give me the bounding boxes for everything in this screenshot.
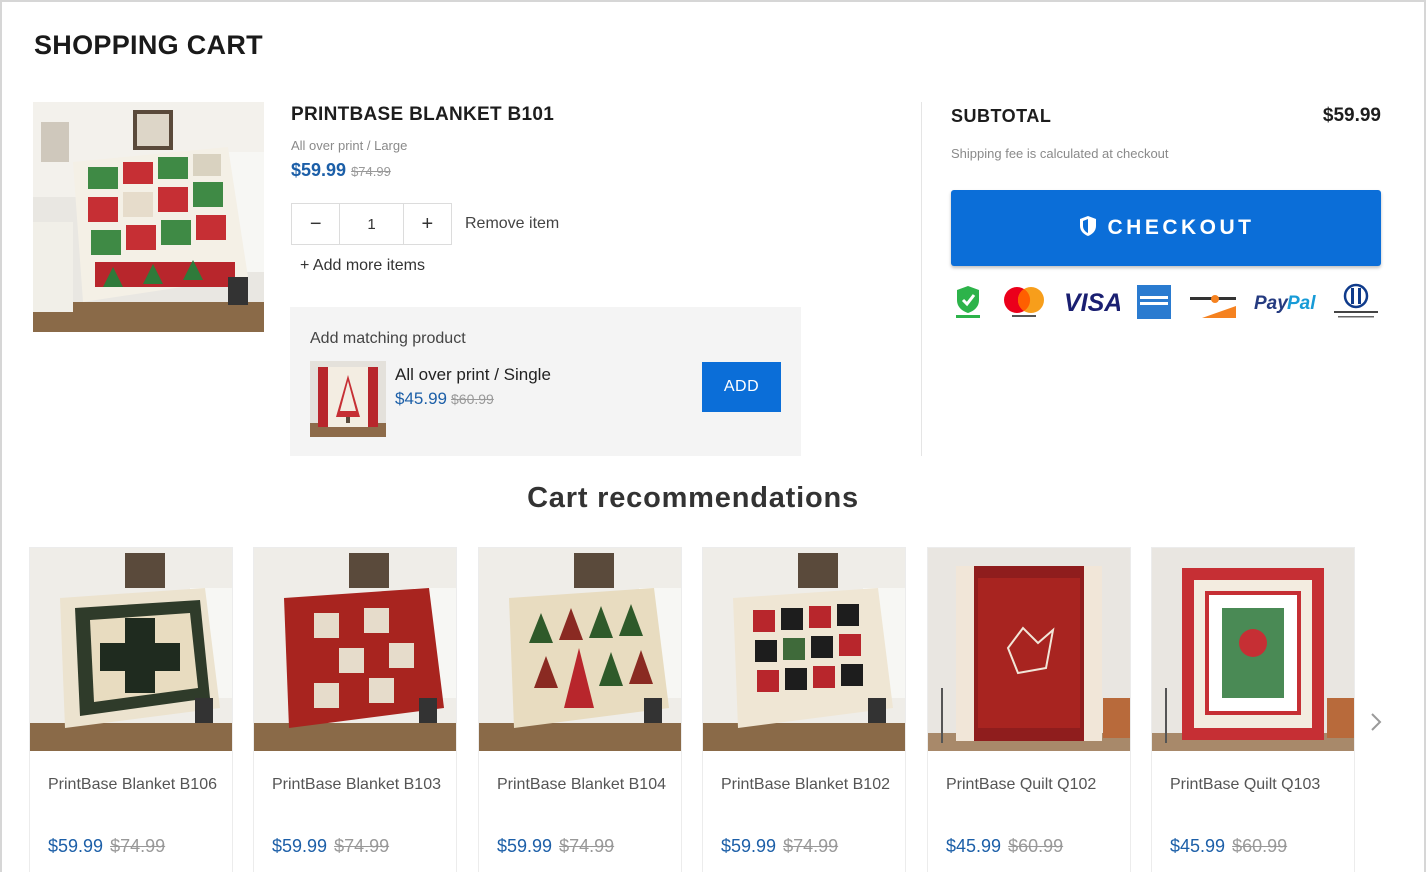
recommendation-price: $45.99 $60.99	[946, 836, 1063, 857]
recommendation-sale-price: $59.99	[721, 836, 777, 856]
recommendation-name[interactable]: PrintBase Blanket B106	[48, 772, 218, 798]
cart-item-compare-price: $74.99	[351, 164, 391, 179]
discover-icon	[1188, 282, 1238, 322]
recommendation-image[interactable]	[1152, 548, 1354, 751]
cart-item-variant: All over print / Large	[291, 138, 408, 153]
recommendation-name[interactable]: PrintBase Blanket B102	[721, 772, 891, 798]
subtotal-value: $59.99	[1322, 105, 1381, 126]
recommendation-compare-price: $60.99	[1008, 836, 1064, 856]
recommendation-compare-price: $74.99	[334, 836, 390, 856]
recommendation-image[interactable]	[703, 548, 905, 751]
quantity-stepper: − 1 +	[291, 203, 452, 245]
cart-item-sale-price: $59.99	[291, 160, 347, 180]
payment-methods: VISA Pay Pal	[948, 282, 1384, 322]
recommendation-name[interactable]: PrintBase Blanket B104	[497, 772, 667, 798]
recommendation-image[interactable]	[254, 548, 456, 751]
cart-item-name[interactable]: PRINTBASE BLANKET B101	[291, 104, 554, 126]
paypal-icon: Pay Pal	[1252, 282, 1316, 322]
matching-product-variant: All over print / Single	[395, 365, 551, 384]
shield-icon	[1078, 215, 1098, 242]
secure-badge-icon	[952, 282, 984, 322]
cart-item-price: $59.99 $74.99	[291, 160, 391, 181]
matching-product-heading: Add matching product	[310, 330, 466, 347]
recommendation-image[interactable]	[30, 548, 232, 751]
recommendation-card[interactable]: PrintBase Quilt Q103 $45.99 $60.99	[1151, 547, 1355, 872]
checkout-label: CHECKOUT	[1107, 216, 1255, 239]
recommendation-card[interactable]: PrintBase Blanket B106 $59.99 $74.99	[29, 547, 233, 872]
recommendation-name[interactable]: PrintBase Blanket B103	[272, 772, 442, 798]
recommendation-sale-price: $45.99	[1170, 836, 1226, 856]
recommendation-image[interactable]	[928, 548, 1130, 751]
quantity-input[interactable]: 1	[339, 204, 404, 244]
visa-icon: VISA	[1062, 282, 1120, 322]
column-divider	[921, 102, 922, 456]
remove-item-link[interactable]: Remove item	[465, 215, 559, 233]
shipping-note: Shipping fee is calculated at checkout	[951, 146, 1169, 161]
recommendation-sale-price: $59.99	[497, 836, 553, 856]
recommendation-card[interactable]: PrintBase Blanket B103 $59.99 $74.99	[253, 547, 457, 872]
matching-product-price: $45.99 $60.99	[395, 389, 494, 409]
quantity-increase-button[interactable]: +	[404, 204, 451, 244]
add-more-items-link[interactable]: + Add more items	[300, 257, 425, 275]
recommendation-price: $59.99 $74.99	[721, 836, 838, 857]
recommendation-compare-price: $74.99	[559, 836, 615, 856]
subtotal-label: SUBTOTAL	[951, 106, 1052, 126]
cart-item-image[interactable]	[33, 102, 264, 332]
checkout-button[interactable]: CHECKOUT	[951, 190, 1381, 266]
recommendation-compare-price: $60.99	[1232, 836, 1288, 856]
recommendations-title: Cart recommendations	[527, 482, 859, 514]
matching-product-panel: Add matching product All over print / Si…	[290, 307, 801, 456]
svg-text:VISA: VISA	[1064, 289, 1120, 317]
mastercard-icon	[1000, 282, 1048, 322]
recommendation-sale-price: $59.99	[48, 836, 104, 856]
recommendation-price: $45.99 $60.99	[1170, 836, 1287, 857]
svg-text:Pal: Pal	[1287, 293, 1316, 314]
matching-product-compare-price: $60.99	[451, 391, 494, 407]
svg-text:Pay: Pay	[1254, 293, 1289, 314]
matching-product-image[interactable]	[310, 361, 386, 437]
recommendation-price: $59.99 $74.99	[272, 836, 389, 857]
recommendation-card[interactable]: PrintBase Quilt Q102 $45.99 $60.99	[927, 547, 1131, 872]
recommendation-card[interactable]: PrintBase Blanket B102 $59.99 $74.99	[702, 547, 906, 872]
diners-club-icon	[1330, 282, 1382, 322]
recommendation-compare-price: $74.99	[783, 836, 839, 856]
recommendation-image[interactable]	[479, 548, 681, 751]
recommendation-price: $59.99 $74.99	[497, 836, 614, 857]
recommendation-sale-price: $59.99	[272, 836, 328, 856]
recommendation-name[interactable]: PrintBase Quilt Q102	[946, 772, 1116, 798]
quantity-decrease-button[interactable]: −	[292, 204, 339, 244]
page-title: SHOPPING CART	[34, 30, 263, 60]
recommendation-sale-price: $45.99	[946, 836, 1002, 856]
recommendation-compare-price: $74.99	[110, 836, 166, 856]
american-express-icon	[1136, 282, 1172, 322]
chevron-right-icon[interactable]	[1370, 712, 1382, 738]
matching-product-sale-price: $45.99	[395, 389, 447, 408]
add-matching-product-button[interactable]: ADD	[702, 362, 781, 412]
recommendation-card[interactable]: PrintBase Blanket B104 $59.99 $74.99	[478, 547, 682, 872]
recommendation-price: $59.99 $74.99	[48, 836, 165, 857]
recommendation-name[interactable]: PrintBase Quilt Q103	[1170, 772, 1340, 798]
